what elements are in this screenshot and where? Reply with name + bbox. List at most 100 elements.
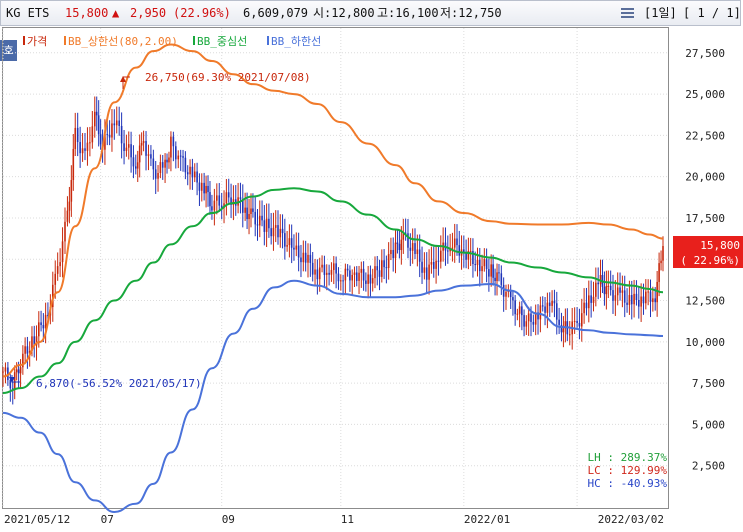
price-candle: [328, 272, 330, 275]
price-candle: [246, 207, 248, 220]
price-candle: [353, 272, 356, 275]
price-candle: [381, 260, 383, 277]
price-candle: [59, 262, 61, 267]
price-candle: [76, 127, 79, 143]
price-candle: [302, 252, 305, 263]
price-candle: [580, 313, 583, 327]
price-candle: [2, 371, 4, 373]
low-annotation: 6,870(-56.52% 2021/05/17): [9, 375, 202, 390]
x-tick-label: 2022/03/02: [598, 513, 664, 526]
price-candle: [496, 272, 498, 282]
price-candle: [61, 241, 64, 263]
price-candle: [56, 266, 59, 274]
price-candle: [551, 300, 553, 306]
price-candle: [17, 369, 20, 374]
price-candle: [428, 264, 430, 280]
price-candle: [453, 238, 456, 248]
price-candle: [605, 286, 608, 295]
price-candle: [168, 157, 170, 163]
price-candle: [74, 127, 77, 149]
price-candle: [254, 211, 257, 225]
price-candle: [66, 210, 69, 222]
y-tick-label: 22,500: [685, 129, 725, 142]
price-candle: [70, 180, 73, 202]
price-candle: [91, 126, 94, 143]
stat-lc-value: 129.99%: [621, 464, 668, 477]
price-candle: [342, 280, 344, 282]
price-candle: [621, 290, 624, 293]
price-candle: [250, 208, 252, 215]
price-candle: [209, 192, 211, 207]
price-candle: [425, 267, 428, 280]
low-annotation-label: 6,870(-56.52% 2021/05/17): [36, 377, 202, 390]
price-candle: [97, 115, 100, 135]
x-axis: 2021/05/12 07 09 11 2022/01 2022/03/02: [4, 513, 664, 526]
price-candle: [111, 123, 113, 138]
price-candle: [456, 238, 458, 246]
price-candle: [637, 300, 640, 307]
price-candle: [367, 274, 369, 284]
price-candle: [576, 321, 578, 323]
y-tick-label: 5,000: [692, 418, 725, 431]
y-tick-label: 2,500: [692, 460, 725, 473]
price-candle: [323, 264, 326, 275]
price-candle: [660, 260, 662, 264]
price-candle: [523, 315, 525, 327]
price-candle: [541, 305, 544, 307]
price-candle: [518, 306, 521, 314]
price-candle: [562, 328, 565, 333]
price-candle: [277, 225, 279, 238]
price-candle: [514, 300, 516, 315]
price-candle: [337, 273, 340, 282]
price-candle: [164, 159, 166, 168]
price-candle: [349, 270, 351, 281]
price-candle: [130, 144, 132, 158]
price-candle: [118, 120, 120, 126]
legend-lower-band: BB_하한선: [271, 34, 321, 48]
price-candle: [325, 272, 328, 275]
price-candle: [394, 242, 397, 259]
price-candle: [488, 269, 490, 277]
price-candle: [558, 319, 560, 325]
x-tick-label: 09: [222, 513, 235, 526]
price-candle: [248, 214, 250, 220]
price-candle: [630, 295, 633, 305]
x-tick-label: 2022/01: [464, 513, 510, 526]
price-candle: [512, 297, 514, 301]
price-candle: [362, 268, 365, 281]
price-candle: [196, 171, 198, 183]
price-candle: [378, 270, 381, 277]
price-candle: [332, 263, 335, 270]
price-candle: [79, 142, 81, 154]
price-candle: [309, 254, 312, 263]
price-candle: [595, 282, 597, 297]
price-candle: [64, 221, 66, 242]
price-candle: [335, 263, 337, 274]
price-candle: [252, 208, 254, 212]
price-candle: [9, 380, 12, 389]
price-candle: [525, 321, 528, 327]
price-candle: [573, 321, 576, 323]
legend-lower-swatch: [267, 36, 269, 45]
price-candle: [127, 144, 130, 148]
price-candle: [227, 192, 230, 198]
price-candle: [307, 254, 309, 263]
price-candle: [261, 215, 263, 221]
price-candle: [304, 252, 307, 263]
price-candle: [633, 293, 635, 305]
price-candle: [516, 313, 519, 315]
price-candle: [216, 195, 218, 201]
price-candle: [40, 322, 42, 326]
price-candle: [207, 185, 209, 193]
price-candle: [490, 264, 492, 277]
price-candle: [99, 134, 102, 145]
price-candle: [374, 266, 376, 279]
price-candle: [142, 141, 145, 144]
y-tick-label: 17,500: [685, 212, 725, 225]
price-candle: [396, 242, 399, 244]
price-candle: [548, 302, 551, 306]
price-candle: [140, 143, 143, 146]
price-candle: [205, 185, 207, 194]
price-candle: [286, 245, 288, 247]
price-candle: [134, 166, 137, 169]
